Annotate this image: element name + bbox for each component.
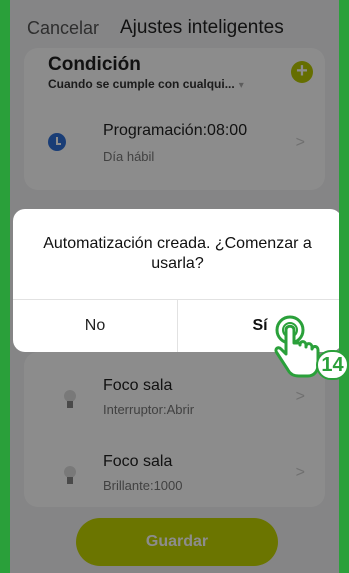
step-number-badge: 14 (316, 350, 349, 380)
dialog-message: Automatización creada. ¿Comenzar a usarl… (43, 235, 312, 272)
app-screen: Cancelar Ajustes inteligentes Condición … (10, 0, 339, 573)
no-button[interactable]: No (13, 300, 177, 352)
